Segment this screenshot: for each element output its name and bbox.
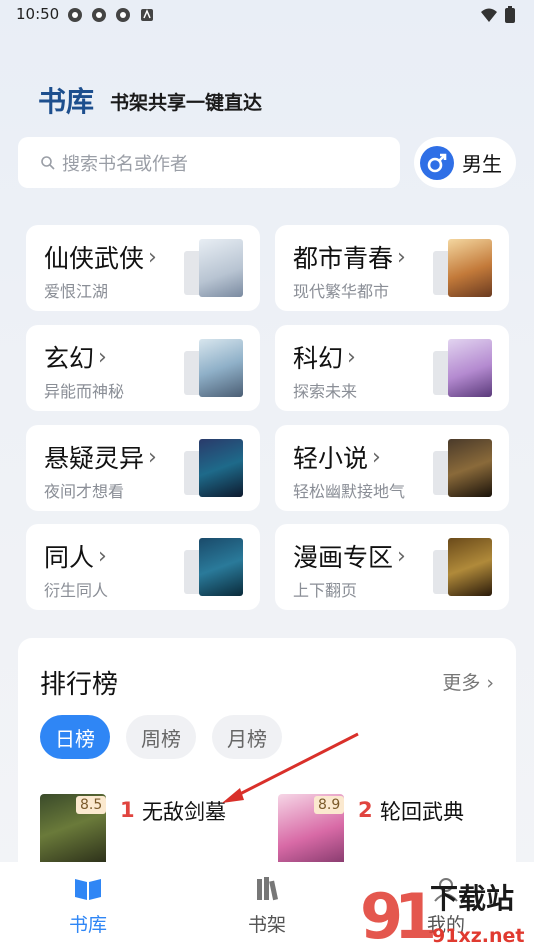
watermark-text: 下载站 <box>430 882 514 915</box>
annotation-arrow <box>222 732 359 803</box>
watermark-domain: 91xz.net <box>432 925 524 947</box>
nav-label: 书架 <box>247 914 286 936</box>
nav-label: 书库 <box>68 914 107 936</box>
watermark-logo: 9 1 下载站 91xz.net <box>360 872 534 950</box>
nav-item-bookshelf[interactable]: 书架 <box>227 876 307 937</box>
book-open-icon <box>75 879 101 900</box>
nav-item-library[interactable]: 书库 <box>48 876 128 937</box>
bookshelf-icon <box>257 877 279 901</box>
